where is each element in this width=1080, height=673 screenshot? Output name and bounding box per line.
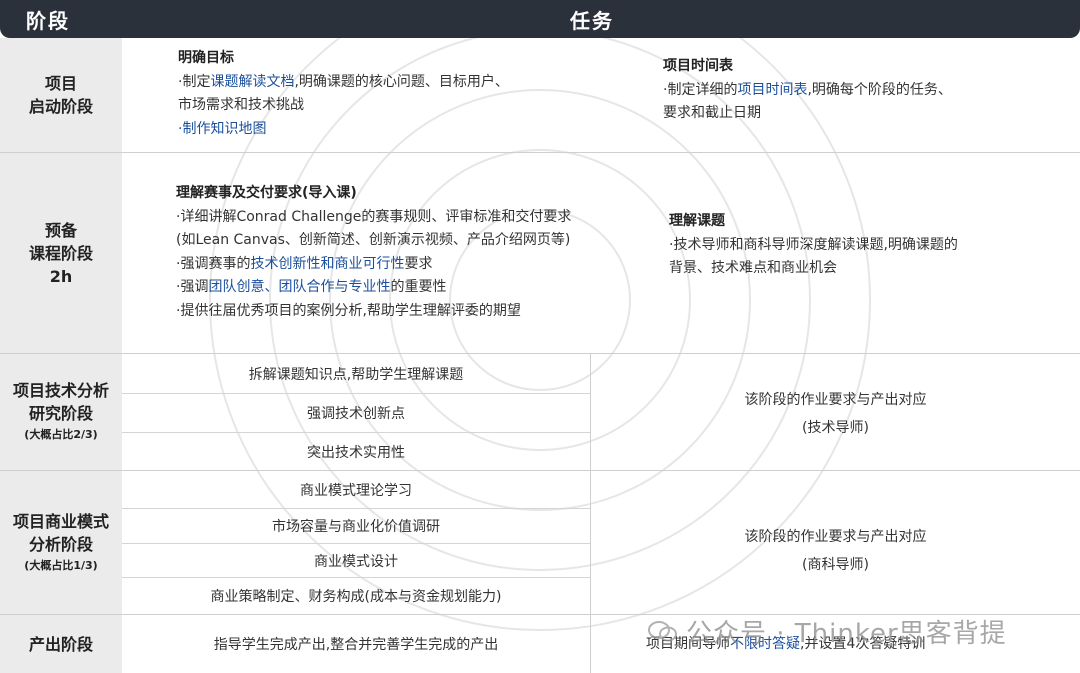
stage-line: 项目商业模式	[12, 511, 109, 531]
stage-line: 产出阶段	[28, 634, 93, 654]
stage-output: 产出阶段	[0, 615, 122, 673]
prep-line: ·强调团队创意、团队合作与专业性的重要性	[176, 279, 447, 295]
stage-line: 2h	[49, 266, 73, 286]
stage-business: 项目商业模式 分析阶段 (大概占比1/3)	[0, 471, 122, 614]
tech-deliverable-line: 该阶段的作业要求与产出对应	[744, 392, 927, 408]
row-divider	[0, 470, 1080, 471]
tech-deliverable: 该阶段的作业要求与产出对应 (技术导师)	[591, 386, 1080, 442]
prep-topic: 理解课题 ·技术导师和商科导师深度解读课题,明确课题的 背景、技术难点和商业机会	[669, 210, 958, 281]
prep-topic-line: ·技术导师和商科导师深度解读课题,明确课题的	[669, 236, 958, 253]
biz-deliverable-mentor: (商科导师)	[802, 557, 869, 573]
wechat-icon	[648, 620, 677, 641]
stage-prep: 预备 课程阶段 2h	[0, 153, 122, 353]
biz-item: 商业模式设计	[314, 553, 398, 570]
stage-ratio: (大概占比1/3)	[24, 558, 98, 572]
stage-line: 项目技术分析	[12, 381, 109, 400]
kickoff-goals: 明确目标 ·制定课题解读文档,明确课题的核心问题、目标用户、 市场需求和技术挑战…	[178, 47, 509, 141]
kickoff-goals-line: ·制作知识地图	[178, 120, 267, 137]
row-divider	[0, 152, 1080, 153]
prep-requirements: 理解赛事及交付要求(导入课) ·详细讲解Conrad Challenge的赛事规…	[176, 182, 571, 323]
stage-line: 研究阶段	[28, 404, 93, 423]
stage-line: 预备	[44, 220, 77, 240]
biz-item: 市场容量与商业化价值调研	[272, 519, 440, 535]
table-header: 阶段 任务	[0, 0, 1080, 38]
kickoff-goals-line: ·制定课题解读文档,明确课题的核心问题、目标用户、	[178, 73, 509, 90]
prep-line: (如Lean Canvas、创新简述、创新演示视频、产品介绍网页等)	[176, 232, 571, 248]
kickoff-timeline-title: 项目时间表	[663, 58, 733, 74]
prep-line: ·详细讲解Conrad Challenge的赛事规则、评审标准和交付要求	[176, 208, 572, 225]
stage-kickoff: 项目 启动阶段	[0, 38, 122, 152]
prep-requirements-title: 理解赛事及交付要求(导入课)	[176, 185, 357, 201]
kickoff-goals-line: 市场需求和技术挑战	[178, 97, 304, 113]
prep-line: ·强调赛事的技术创新性和商业可行性要求	[176, 255, 433, 272]
stage-line: 课程阶段	[28, 243, 93, 263]
stage-line: 项目	[44, 74, 77, 93]
stage-task-table: 阶段 任务 项目 启动阶段 预备 课程阶段 2h 项目技术分析 研究阶段 (大概…	[0, 0, 1080, 673]
tech-item: 强调技术创新点	[307, 406, 405, 422]
stage-tech: 项目技术分析 研究阶段 (大概占比2/3)	[0, 354, 122, 470]
account-watermark: 公众号 · Thinker思客背提	[648, 613, 1007, 650]
kickoff-goals-title: 明确目标	[178, 50, 234, 66]
header-task: 任务	[570, 9, 614, 33]
biz-deliverable: 该阶段的作业要求与产出对应 (商科导师)	[591, 523, 1080, 579]
watermark-text: 公众号 · Thinker思客背提	[686, 619, 1007, 649]
tech-item: 拆解课题知识点,帮助学生理解课题	[248, 367, 464, 383]
biz-deliverable-line: 该阶段的作业要求与产出对应	[744, 529, 927, 545]
kickoff-timeline-line: ·制定详细的项目时间表,明确每个阶段的任务、	[663, 81, 952, 98]
output-item: 指导学生完成产出,整合并完善学生完成的产出	[213, 637, 499, 653]
tech-deliverable-mentor: (技术导师)	[802, 420, 869, 436]
stage-ratio: (大概占比2/3)	[24, 428, 98, 441]
kickoff-timeline-line: 要求和截止日期	[663, 105, 761, 121]
tech-item: 突出技术实用性	[307, 444, 405, 461]
biz-item: 商业模式理论学习	[300, 483, 412, 499]
prep-line: ·提供往届优秀项目的案例分析,帮助学生理解评委的期望	[176, 302, 521, 319]
stage-line: 分析阶段	[28, 534, 93, 554]
kickoff-timeline: 项目时间表 ·制定详细的项目时间表,明确每个阶段的任务、 要求和截止日期	[663, 55, 952, 126]
row-divider	[0, 353, 1080, 354]
stage-line: 启动阶段	[28, 97, 93, 116]
prep-topic-title: 理解课题	[669, 213, 725, 229]
biz-item: 商业策略制定、财务构成(成本与资金规划能力)	[210, 589, 502, 605]
prep-topic-line: 背景、技术难点和商业机会	[669, 260, 837, 276]
